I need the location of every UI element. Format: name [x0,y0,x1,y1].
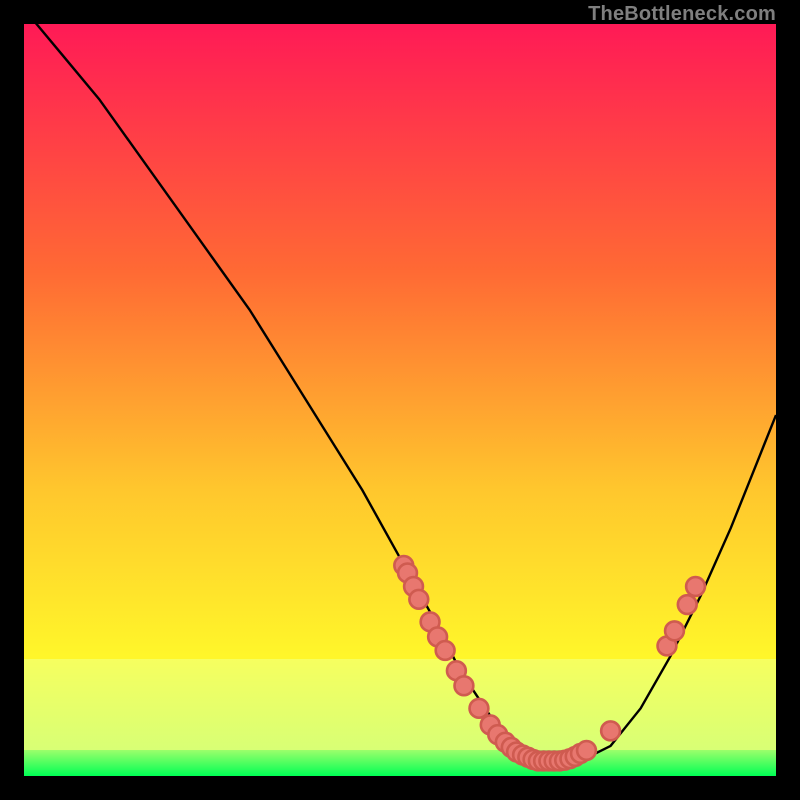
data-marker [577,741,596,760]
data-marker [455,676,474,695]
plot-area [24,24,776,776]
data-marker [470,699,489,718]
data-markers [394,556,705,770]
data-marker [686,577,705,596]
watermark-text: TheBottleneck.com [588,3,776,26]
data-marker [436,641,455,660]
plot-svg [24,24,776,776]
data-marker [665,621,684,640]
chart-container: TheBottleneck.com [0,0,800,800]
data-marker [409,590,428,609]
data-marker [678,595,697,614]
data-marker [601,721,620,740]
